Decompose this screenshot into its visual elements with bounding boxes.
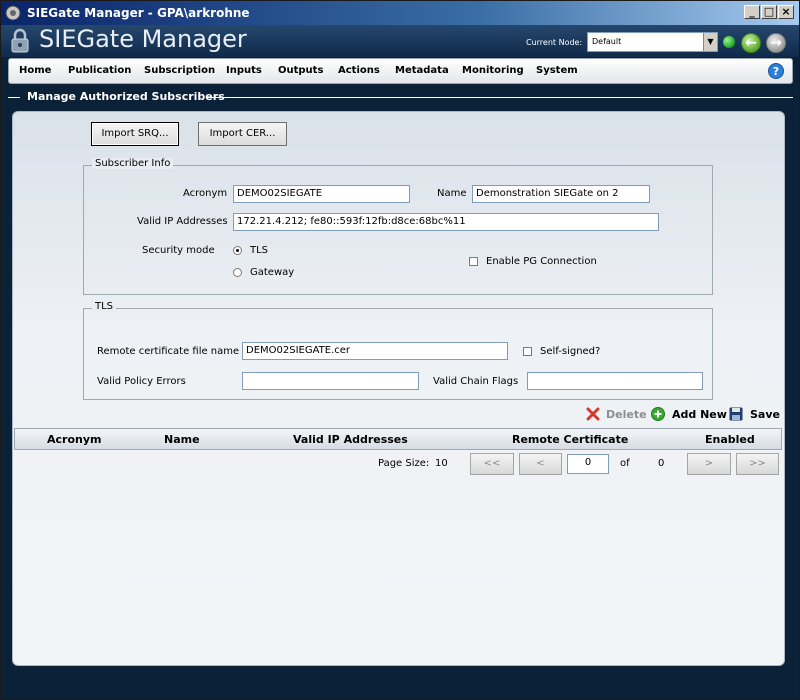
- chain-flags-field[interactable]: [527, 372, 703, 390]
- menu-monitoring[interactable]: Monitoring: [462, 65, 524, 76]
- current-node-label: Current Node:: [526, 38, 583, 47]
- menu-metadata[interactable]: Metadata: [395, 65, 449, 76]
- node-status-icon: [723, 36, 735, 48]
- current-node-select[interactable]: Default ▼: [587, 32, 718, 52]
- delete-button[interactable]: Delete: [606, 408, 647, 421]
- menu-outputs[interactable]: Outputs: [278, 65, 323, 76]
- save-icon[interactable]: [729, 407, 743, 421]
- add-icon[interactable]: [651, 407, 665, 421]
- next-page-button[interactable]: >: [687, 453, 731, 475]
- enable-pg-checkbox[interactable]: [469, 257, 478, 266]
- last-page-button[interactable]: >>: [736, 453, 779, 475]
- subscriber-info-legend: Subscriber Info: [92, 158, 174, 169]
- section-divider: [207, 97, 793, 98]
- ip-addresses-label: Valid IP Addresses: [137, 216, 228, 227]
- subscribers-table-header: Acronym Name Valid IP Addresses Remote C…: [14, 428, 782, 450]
- add-new-button[interactable]: Add New: [672, 408, 727, 421]
- forward-arrow-icon[interactable]: →: [766, 33, 786, 53]
- tls-radio-label[interactable]: TLS: [250, 245, 268, 256]
- chain-flags-label: Valid Chain Flags: [433, 376, 519, 387]
- app-header: SIEGate Manager Current Node: Default ▼ …: [1, 25, 799, 57]
- back-arrow-icon[interactable]: ←: [741, 33, 761, 53]
- menu-actions[interactable]: Actions: [338, 65, 380, 76]
- page-title: Manage Authorized Subscribers: [23, 90, 229, 103]
- page-size-value: 10: [435, 458, 448, 469]
- enable-pg-label[interactable]: Enable PG Connection: [486, 256, 597, 267]
- tls-legend: TLS: [92, 301, 117, 312]
- gateway-radio-label[interactable]: Gateway: [250, 267, 294, 278]
- cert-file-field[interactable]: DEMO02SIEGATE.cer: [242, 342, 508, 360]
- policy-errors-field[interactable]: [242, 372, 419, 390]
- acronym-label: Acronym: [183, 188, 228, 199]
- lock-logo-icon: [11, 28, 29, 53]
- policy-errors-label: Valid Policy Errors: [97, 376, 186, 387]
- main-menu: Home Publication Subscription Inputs Out…: [8, 58, 793, 84]
- chevron-down-icon[interactable]: ▼: [703, 33, 717, 51]
- cert-file-label: Remote certificate file name: [97, 346, 240, 357]
- menu-subscription[interactable]: Subscription: [144, 65, 215, 76]
- app-icon: [5, 5, 21, 21]
- name-label: Name: [437, 188, 467, 199]
- column-header-ip[interactable]: Valid IP Addresses: [293, 433, 408, 446]
- import-srq-button[interactable]: Import SRQ...: [91, 122, 179, 146]
- security-mode-label: Security mode: [142, 245, 215, 256]
- of-label: of: [620, 458, 630, 469]
- tls-radio[interactable]: [233, 246, 242, 255]
- title-bar[interactable]: SIEGate Manager - GPA\arkrohne _ □ ×: [1, 1, 799, 25]
- app-window: SIEGate Manager - GPA\arkrohne _ □ × SIE…: [0, 0, 800, 700]
- current-page-field[interactable]: 0: [567, 454, 609, 474]
- page-size-label: Page Size:: [378, 458, 430, 469]
- help-icon[interactable]: ?: [768, 63, 784, 79]
- gateway-radio[interactable]: [233, 268, 242, 277]
- previous-page-button[interactable]: <: [519, 453, 562, 475]
- delete-icon[interactable]: [586, 407, 600, 421]
- menu-publication[interactable]: Publication: [68, 65, 131, 76]
- first-page-button[interactable]: <<: [470, 453, 514, 475]
- column-header-enabled[interactable]: Enabled: [705, 433, 755, 446]
- save-button[interactable]: Save: [750, 408, 780, 421]
- total-pages-value: 0: [658, 458, 665, 469]
- window-title: SIEGate Manager - GPA\arkrohne: [27, 6, 250, 20]
- minimize-button[interactable]: _: [744, 5, 760, 19]
- section-divider: [8, 97, 20, 98]
- column-header-certificate[interactable]: Remote Certificate: [512, 433, 628, 446]
- self-signed-checkbox[interactable]: [523, 347, 532, 356]
- menu-system[interactable]: System: [536, 65, 578, 76]
- import-cer-button[interactable]: Import CER...: [198, 122, 287, 146]
- column-header-acronym[interactable]: Acronym: [47, 433, 101, 446]
- maximize-button[interactable]: □: [761, 5, 777, 19]
- close-button[interactable]: ×: [778, 5, 794, 19]
- ip-addresses-field[interactable]: 172.21.4.212; fe80::593f:12fb:d8ce:68bc%…: [233, 213, 659, 231]
- column-header-name[interactable]: Name: [164, 433, 200, 446]
- menu-inputs[interactable]: Inputs: [226, 65, 262, 76]
- name-field[interactable]: Demonstration SIEGate on 2: [472, 185, 650, 203]
- acronym-field[interactable]: DEMO02SIEGATE: [233, 185, 410, 203]
- current-node-value: Default: [592, 37, 622, 46]
- app-title: SIEGate Manager: [39, 25, 247, 53]
- menu-home[interactable]: Home: [19, 65, 51, 76]
- self-signed-label[interactable]: Self-signed?: [540, 346, 600, 357]
